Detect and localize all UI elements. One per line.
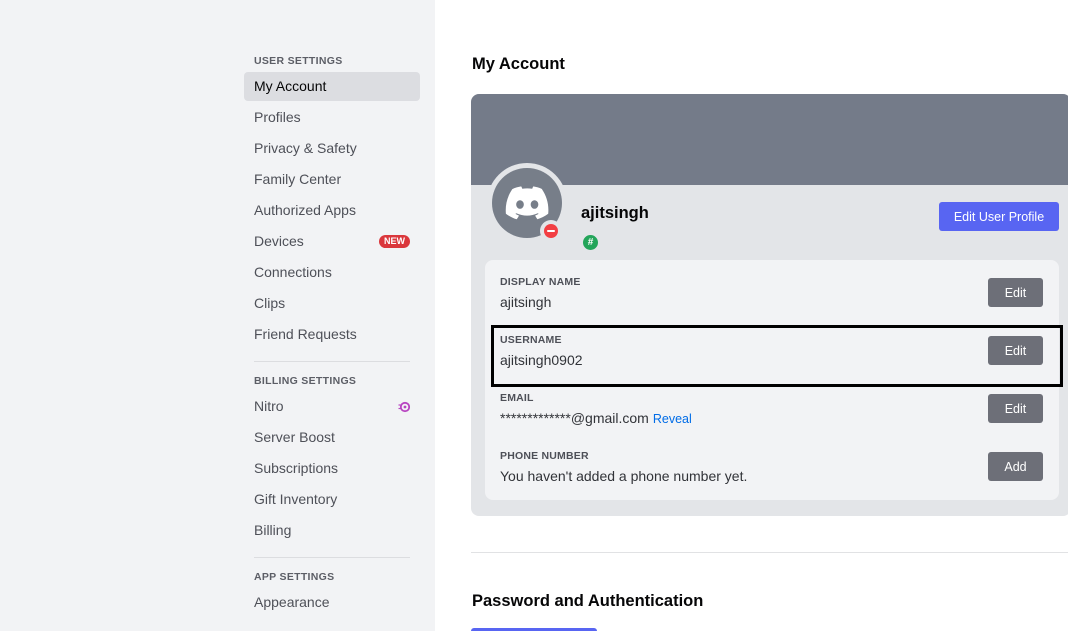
app-settings-header: APP SETTINGS <box>254 571 335 583</box>
sidebar-item-devices[interactable]: Devices NEW <box>244 227 420 256</box>
display-name-row: DISPLAY NAME ajitsingh Edit <box>485 276 1059 334</box>
username-label: USERNAME <box>500 334 562 346</box>
discord-logo-icon <box>505 186 549 220</box>
sidebar-item-profiles[interactable]: Profiles <box>244 103 420 132</box>
sidebar-item-label: Nitro <box>254 398 284 414</box>
email-label: EMAIL <box>500 392 534 404</box>
content-divider <box>471 552 1068 553</box>
sidebar-item-nitro[interactable]: Nitro <box>244 392 420 421</box>
user-settings-header: USER SETTINGS <box>254 55 343 67</box>
sidebar-item-clips[interactable]: Clips <box>244 289 420 318</box>
edit-user-profile-button[interactable]: Edit User Profile <box>939 202 1059 231</box>
edit-display-name-button[interactable]: Edit <box>988 278 1043 307</box>
email-value: *************@gmail.com Reveal <box>500 410 692 426</box>
sidebar-item-authorized-apps[interactable]: Authorized Apps <box>244 196 420 225</box>
main-content: My Account ajitsingh # Edit User Profile… <box>435 0 1068 631</box>
sidebar-divider <box>254 557 410 558</box>
add-phone-number-button[interactable]: Add <box>988 452 1043 481</box>
billing-settings-header: BILLING SETTINGS <box>254 375 357 387</box>
sidebar-item-friend-requests[interactable]: Friend Requests <box>244 320 420 349</box>
display-name-value: ajitsingh <box>500 294 552 310</box>
display-name-label: DISPLAY NAME <box>500 276 581 288</box>
username-value: ajitsingh0902 <box>500 352 583 368</box>
sidebar-item-privacy-safety[interactable]: Privacy & Safety <box>244 134 420 163</box>
nitro-icon <box>398 401 410 413</box>
profile-username: ajitsingh <box>581 204 649 222</box>
email-row: EMAIL *************@gmail.com Reveal Edit <box>485 392 1059 450</box>
sidebar-item-server-boost[interactable]: Server Boost <box>244 423 420 452</box>
sidebar-item-family-center[interactable]: Family Center <box>244 165 420 194</box>
phone-number-label: PHONE NUMBER <box>500 450 589 462</box>
new-badge: NEW <box>379 235 410 248</box>
sidebar-item-subscriptions[interactable]: Subscriptions <box>244 454 420 483</box>
username-row: USERNAME ajitsingh0902 Edit <box>485 334 1059 392</box>
profile-banner <box>471 94 1068 185</box>
sidebar-item-appearance[interactable]: Appearance <box>244 588 420 617</box>
settings-sidebar: USER SETTINGS My Account Profiles Privac… <box>0 0 435 631</box>
account-card: ajitsingh # Edit User Profile DISPLAY NA… <box>471 94 1068 516</box>
sidebar-item-gift-inventory[interactable]: Gift Inventory <box>244 485 420 514</box>
status-dnd-icon <box>540 220 562 242</box>
edit-email-button[interactable]: Edit <box>988 394 1043 423</box>
edit-username-button[interactable]: Edit <box>988 336 1043 365</box>
email-text: *************@gmail.com <box>500 410 649 426</box>
sidebar-item-my-account[interactable]: My Account <box>244 72 420 101</box>
sidebar-item-label: Devices <box>254 233 304 249</box>
sidebar-item-billing[interactable]: Billing <box>244 516 420 545</box>
sidebar-nav: USER SETTINGS My Account Profiles Privac… <box>244 50 420 619</box>
reveal-email-link[interactable]: Reveal <box>653 412 692 426</box>
password-auth-section-title: Password and Authentication <box>472 592 704 610</box>
hashtag-badge-icon: # <box>583 235 598 250</box>
phone-number-value: You haven't added a phone number yet. <box>500 468 748 484</box>
page-title: My Account <box>472 55 565 73</box>
sidebar-item-connections[interactable]: Connections <box>244 258 420 287</box>
account-fields-panel: DISPLAY NAME ajitsingh Edit USERNAME aji… <box>485 260 1059 500</box>
phone-number-row: PHONE NUMBER You haven't added a phone n… <box>485 450 1059 508</box>
sidebar-divider <box>254 361 410 362</box>
